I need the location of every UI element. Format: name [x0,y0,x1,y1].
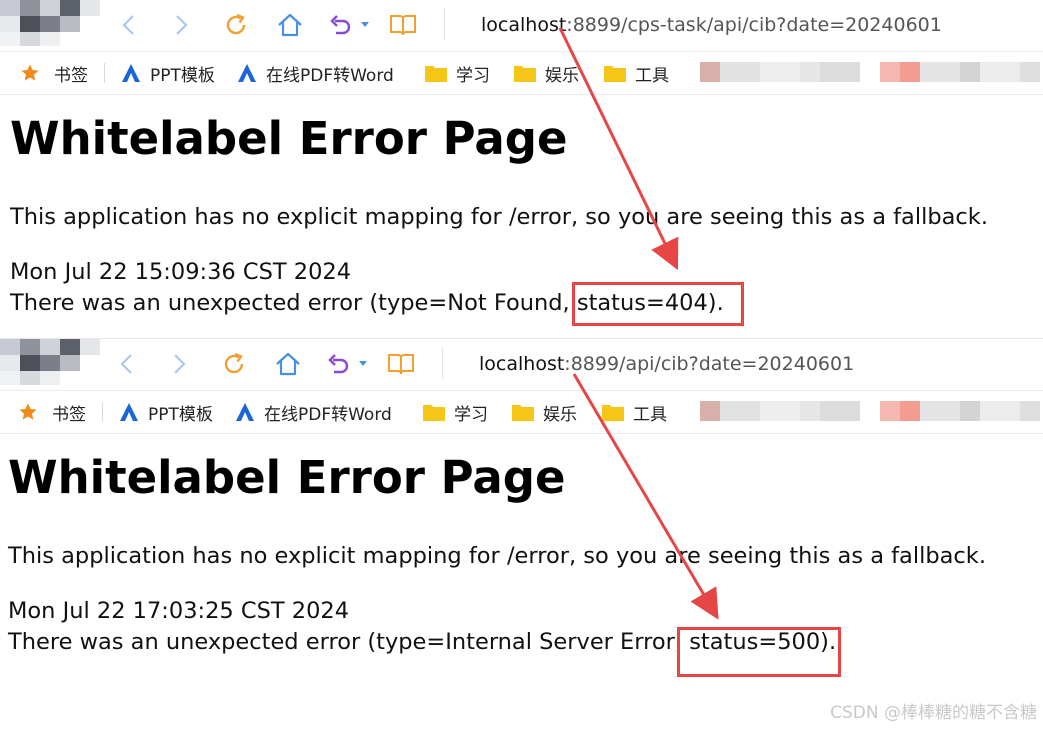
fallback-message: This application has no explicit mapping… [10,204,988,230]
bookmark-folder-study[interactable]: 学习 [424,52,490,94]
reader-mode-icon[interactable] [386,349,416,379]
browser-screenshot-2: localhost:8899/api/cib?date=20240601 书签 … [0,338,1043,730]
bookmark-ppt[interactable]: PPT模板 [118,391,213,433]
bookmark-folder-tools[interactable]: 工具 [603,52,669,94]
a-logo-icon [234,401,256,423]
folder-icon [424,63,448,83]
blurred-avatar [0,339,100,385]
url-host: localhost [479,353,565,375]
address-bar[interactable]: localhost:8899/api/cib?date=20240601 [479,349,854,379]
back-button[interactable] [112,349,142,379]
url-host: localhost [481,14,567,36]
blurred-avatar [0,0,100,46]
browser-screenshot-1: localhost:8899/cps-task/api/cib?date=202… [0,0,1043,330]
forward-button[interactable] [166,10,196,40]
home-button[interactable] [273,349,303,379]
bookmarks-button[interactable]: 书签 [20,52,88,94]
bookmark-label: 在线PDF转Word [266,65,394,86]
folder-icon [603,63,627,83]
star-icon [20,63,40,83]
bookmark-label: 工具 [635,65,669,86]
bookmarks-bar: 书签 PPT模板 在线PDF转Word 学习 娱乐 工具 [0,51,1043,95]
undo-button[interactable] [325,10,355,40]
error-type-text: There was an unexpected error (type=Not … [10,290,563,316]
a-logo-icon [118,401,140,423]
browser-toolbar: localhost:8899/cps-task/api/cib?date=202… [0,0,1043,50]
forward-button[interactable] [164,349,194,379]
url-path: :8899/cps-task/api/cib?date=20240601 [566,14,942,36]
status-highlight-box [572,282,744,326]
undo-button[interactable] [323,349,353,379]
toolbar-divider [444,8,445,40]
bookmark-label: 工具 [633,404,667,425]
bookmark-label: 娱乐 [543,404,577,425]
watermark: CSDN @棒棒糖的糖不含糖 [830,703,1037,723]
bookmark-label: PPT模板 [148,404,213,425]
error-timestamp: Mon Jul 22 15:09:36 CST 2024 [10,259,352,285]
undo-dropdown-icon[interactable] [353,349,373,379]
bookmarks-divider [104,63,105,83]
refresh-button[interactable] [219,349,249,379]
bookmark-folder-tools[interactable]: 工具 [601,391,667,433]
fallback-message: This application has no explicit mapping… [8,543,986,569]
bookmark-label: PPT模板 [150,65,215,86]
bookmarks-bar: 书签 PPT模板 在线PDF转Word 学习 娱乐 工具 [0,390,1043,434]
bookmarks-button[interactable]: 书签 [18,391,86,433]
back-button[interactable] [114,10,144,40]
bookmark-label: 在线PDF转Word [264,404,392,425]
bookmark-ppt[interactable]: PPT模板 [120,52,215,94]
bookmark-folder-entertainment[interactable]: 娱乐 [511,391,577,433]
toolbar-divider [442,347,443,379]
bookmark-pdf-to-word[interactable]: 在线PDF转Word [236,52,394,94]
a-logo-icon [236,62,258,84]
address-bar[interactable]: localhost:8899/cps-task/api/cib?date=202… [481,10,942,40]
refresh-button[interactable] [221,10,251,40]
bookmark-label: 学习 [454,404,488,425]
undo-dropdown-icon[interactable] [355,10,375,40]
page-title: Whitelabel Error Page [10,112,568,165]
folder-icon [601,402,625,422]
bookmarks-label: 书签 [52,404,86,425]
status-highlight-box [677,627,841,677]
browser-toolbar: localhost:8899/api/cib?date=20240601 [0,339,1043,389]
error-type-text: There was an unexpected error (type=Inte… [8,629,675,655]
bookmark-folder-entertainment[interactable]: 娱乐 [513,52,579,94]
folder-icon [511,402,535,422]
bookmarks-label: 书签 [54,65,88,86]
bookmark-folder-study[interactable]: 学习 [422,391,488,433]
folder-icon [422,402,446,422]
home-button[interactable] [275,10,305,40]
bookmark-label: 娱乐 [545,65,579,86]
bookmarks-divider [102,402,103,422]
error-timestamp: Mon Jul 22 17:03:25 CST 2024 [8,598,350,624]
url-path: :8899/api/cib?date=20240601 [564,353,855,375]
reader-mode-icon[interactable] [388,10,418,40]
bookmark-pdf-to-word[interactable]: 在线PDF转Word [234,391,392,433]
star-icon [18,402,38,422]
page-title: Whitelabel Error Page [8,451,566,504]
bookmark-label: 学习 [456,65,490,86]
a-logo-icon [120,62,142,84]
folder-icon [513,63,537,83]
